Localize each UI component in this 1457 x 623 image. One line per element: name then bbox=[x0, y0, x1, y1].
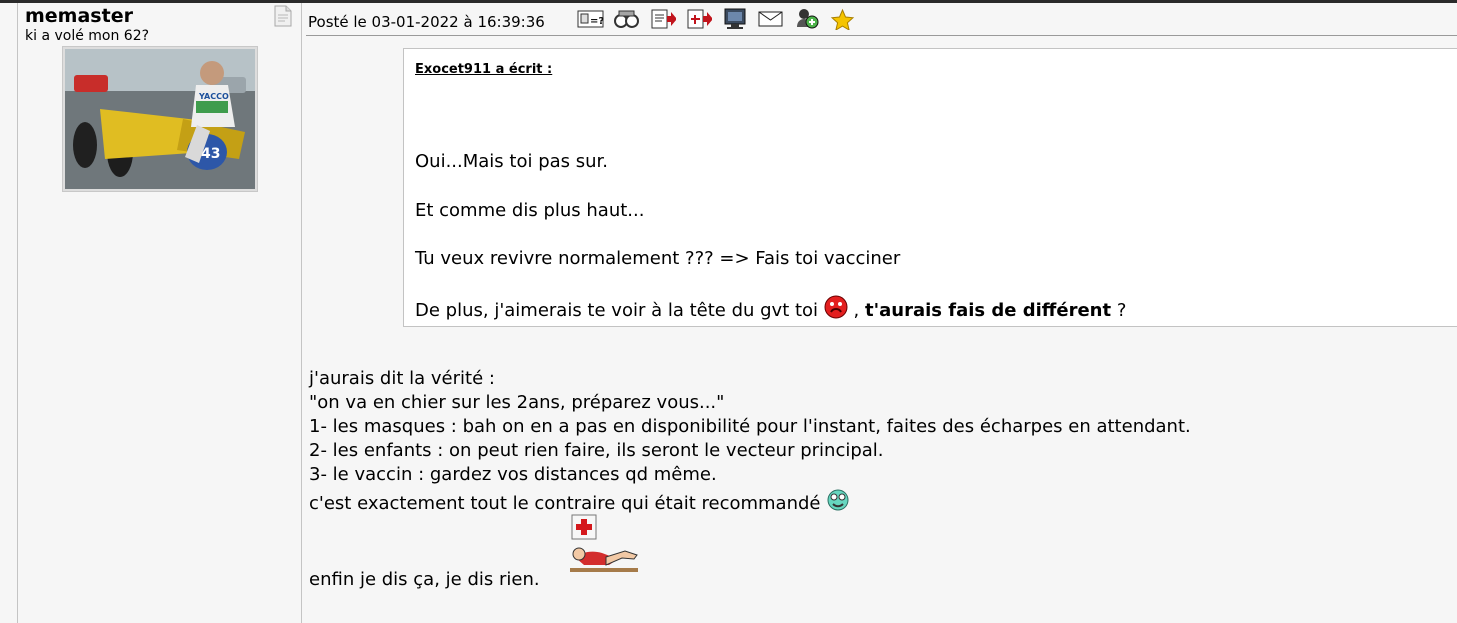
reply-line-6: c'est exactement tout le contraire qui é… bbox=[309, 488, 850, 517]
author-name[interactable]: memaster bbox=[25, 5, 133, 27]
header-rule bbox=[306, 35, 1457, 36]
avatar: 43 YACCO bbox=[62, 46, 258, 192]
quote-line-4-start: De plus, j'aimerais te voir à la tête du… bbox=[415, 300, 819, 321]
quote-block: Exocet911 a écrit : Oui...Mais toi pas s… bbox=[403, 48, 1457, 327]
quote-line-4-end: ? bbox=[1116, 300, 1127, 321]
multi-quote-icon[interactable] bbox=[685, 8, 713, 30]
left-edge bbox=[17, 3, 18, 623]
quote-line-4-bold: t'aurais fais de différent bbox=[865, 300, 1112, 321]
alert-icon[interactable] bbox=[793, 8, 820, 30]
quote-line-3: Tu veux revivre normalement ??? => Fais … bbox=[415, 248, 901, 269]
svg-text:YACCO: YACCO bbox=[198, 92, 229, 101]
screen-icon[interactable] bbox=[721, 8, 748, 30]
svg-text:=?: =? bbox=[590, 16, 604, 27]
quote-line-2: Et comme dis plus haut... bbox=[415, 200, 645, 221]
red-angry-smiley-icon bbox=[824, 295, 848, 324]
green-smiley-icon bbox=[826, 488, 850, 517]
quote-author-link[interactable]: Exocet911 a écrit : bbox=[415, 62, 552, 77]
reply-line-4: 2- les enfants : on peut rien faire, ils… bbox=[309, 440, 884, 461]
mail-icon[interactable] bbox=[757, 8, 784, 30]
reply-line-2: "on va en chier sur les 2ans, préparez v… bbox=[309, 392, 725, 413]
lying-down-smiley-icon bbox=[568, 544, 642, 578]
quote-line-4-comma: , bbox=[853, 300, 860, 321]
reply-line-3: 1- les masques : bah on en a pas en disp… bbox=[309, 416, 1191, 437]
quote-line-4: De plus, j'aimerais te voir à la tête du… bbox=[415, 295, 1126, 324]
post-timestamp: Posté le 03-01-2022 à 16:39:36 bbox=[308, 13, 545, 31]
reply-line-5: 3- le vaccin : gardez vos distances qd m… bbox=[309, 464, 717, 485]
quote-line-1: Oui...Mais toi pas sur. bbox=[415, 151, 609, 172]
reply-line-6-text: c'est exactement tout le contraire qui é… bbox=[309, 493, 821, 514]
profile-document-icon[interactable] bbox=[274, 5, 292, 31]
binoculars-icon[interactable] bbox=[613, 8, 640, 30]
first-aid-icon bbox=[571, 514, 597, 544]
author-status: ki a volé mon 62? bbox=[25, 28, 150, 44]
top-border bbox=[0, 0, 1457, 3]
reply-line-1: j'aurais dit la vérité : bbox=[309, 368, 495, 389]
star-icon[interactable] bbox=[829, 8, 856, 32]
reply-line-8: enfin je dis ça, je dis rien. bbox=[309, 569, 540, 590]
column-divider bbox=[301, 3, 302, 623]
post-action-toolbar: =? bbox=[577, 8, 856, 32]
quote-icon[interactable] bbox=[649, 8, 677, 30]
profile-card-icon[interactable]: =? bbox=[577, 8, 604, 30]
